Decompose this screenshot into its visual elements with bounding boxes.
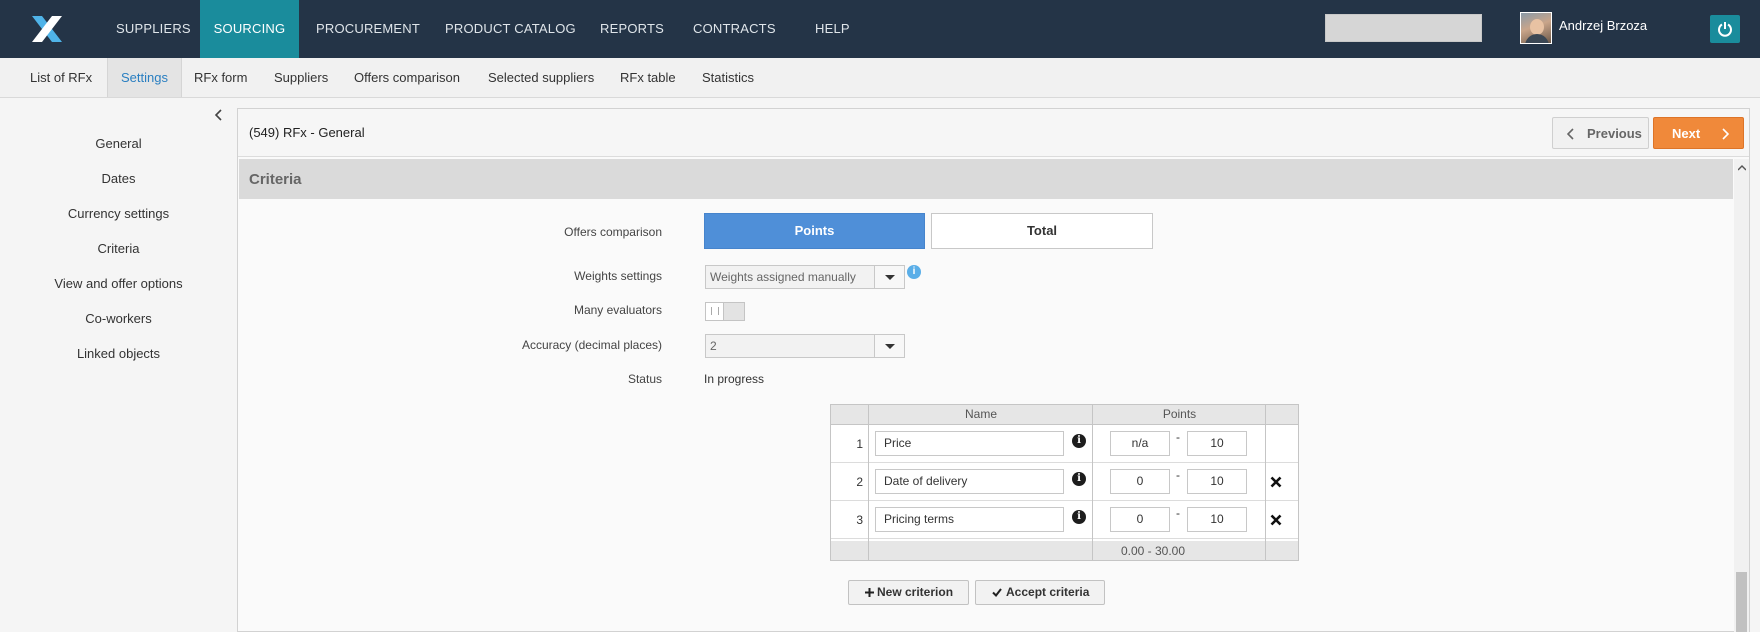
info-icon[interactable]: i [907,265,921,279]
tab-selected-suppliers[interactable]: Selected suppliers [488,58,594,97]
criteria-section-header: Criteria [239,159,1733,199]
chevron-left-icon[interactable] [212,108,226,122]
tab-suppliers[interactable]: Suppliers [274,58,328,97]
range-separator: - [1176,506,1180,520]
page-title: (549) RFx - General [249,125,365,140]
points-max-input[interactable]: 10 [1187,469,1247,494]
table-divider [1092,405,1093,560]
weights-settings-value: Weights assigned manually [710,270,856,284]
user-name[interactable]: Andrzej Brzoza [1559,18,1647,33]
points-max-input[interactable]: 10 [1187,431,1247,456]
table-header-points: Points [1093,405,1266,425]
tab-rfx-form[interactable]: RFx form [194,58,247,97]
accuracy-select[interactable]: 2 [705,334,905,358]
tab-settings[interactable]: Settings [107,58,182,97]
new-criterion-label: New criterion [877,585,954,599]
chevron-right-icon [1722,128,1729,140]
status-label: Status [627,372,662,386]
criterion-name-input[interactable]: Price [875,431,1064,456]
table-divider [868,405,869,560]
plus-icon [865,588,874,597]
previous-button[interactable]: Previous [1552,117,1649,149]
sub-navigation: List of RFx Settings RFx form Suppliers … [0,58,1760,98]
x-logo-icon[interactable] [30,14,64,44]
table-divider [1265,405,1266,560]
chevron-left-icon [1567,128,1574,140]
table-footer: 0.00 - 30.00 [831,541,1298,560]
label-row: Many evaluators [0,303,662,323]
previous-label: Previous [1587,126,1642,141]
label-row: Offers comparison [0,225,662,245]
many-evaluators-label: Many evaluators [573,303,662,317]
global-search-input[interactable] [1325,14,1482,42]
offers-comparison-points-toggle[interactable]: Points [704,213,925,249]
tab-offers-comparison[interactable]: Offers comparison [354,58,460,97]
scroll-up-icon[interactable] [1738,165,1746,171]
weights-settings-select[interactable]: Weights assigned manually [705,265,905,289]
check-icon [992,588,1002,597]
nav-procurement[interactable]: PROCUREMENT [316,0,420,58]
nav-help[interactable]: HELP [815,0,850,58]
points-min-input[interactable]: n/a [1110,431,1170,456]
info-icon[interactable]: i [1072,510,1086,524]
nav-reports[interactable]: REPORTS [600,0,664,58]
points-min-input[interactable]: 0 [1110,469,1170,494]
sidebar-item-currency-settings[interactable]: Currency settings [0,206,237,221]
criterion-name-input[interactable]: Date of delivery [875,469,1064,494]
offers-comparison-label: Offers comparison [564,225,662,239]
label-row: Status [0,372,662,392]
range-separator: - [1176,430,1180,444]
logout-button[interactable] [1710,15,1740,43]
table-header-name: Name [869,405,1093,425]
next-label: Next [1672,126,1701,141]
power-icon [1718,22,1732,37]
info-icon[interactable]: i [1072,472,1086,486]
points-min-input[interactable]: 0 [1110,507,1170,532]
offers-comparison-total-toggle[interactable]: Total [931,213,1153,249]
criteria-table: Name Points 1 Price i n/a - 10 2 Date of… [830,404,1299,561]
tab-rfx-table[interactable]: RFx table [620,58,676,97]
chevron-down-icon [874,335,904,357]
accept-criteria-button[interactable]: Accept criteria [975,580,1105,605]
status-value: In progress [704,372,765,386]
row-number: 1 [856,437,863,451]
row-number: 2 [856,475,863,489]
table-header-num [831,405,869,425]
tab-statistics[interactable]: Statistics [702,58,754,97]
scrollbar-thumb[interactable] [1736,572,1747,632]
info-icon[interactable]: i [1072,434,1086,448]
table-row: 3 Pricing terms i 0 - 10 [831,501,1298,539]
range-separator: - [1176,468,1180,482]
sidebar-item-dates[interactable]: Dates [0,171,237,186]
nav-contracts[interactable]: CONTRACTS [693,0,776,58]
label-row: Accuracy (decimal places) [0,338,662,358]
table-header-actions [1266,405,1298,425]
table-row: 2 Date of delivery i 0 - 10 [831,463,1298,501]
section-title: Criteria [249,171,302,188]
vertical-scrollbar[interactable] [1734,159,1749,632]
nav-product-catalog[interactable]: PRODUCT CATALOG [445,0,576,58]
accuracy-label: Accuracy (decimal places) [521,338,662,352]
sidebar-item-general[interactable]: General [0,136,237,151]
panel-header: (549) RFx - General Previous Next [238,109,1749,157]
criterion-name-input[interactable]: Pricing terms [875,507,1064,532]
table-row: 1 Price i n/a - 10 [831,425,1298,463]
points-max-input[interactable]: 10 [1187,507,1247,532]
nav-suppliers[interactable]: SUPPLIERS [116,0,191,58]
accept-criteria-label: Accept criteria [1006,585,1090,599]
many-evaluators-switch[interactable] [705,302,745,321]
avatar[interactable] [1520,12,1552,44]
label-row: Weights settings [0,269,662,289]
delete-icon[interactable] [1270,476,1282,488]
top-navigation: SUPPLIERS SOURCING PROCUREMENT PRODUCT C… [0,0,1760,58]
new-criterion-button[interactable]: New criterion [848,580,969,605]
nav-sourcing[interactable]: SOURCING [200,0,299,58]
tab-list-of-rfx[interactable]: List of RFx [30,58,92,97]
next-button[interactable]: Next [1653,117,1744,149]
delete-icon[interactable] [1270,514,1282,526]
row-number: 3 [856,513,863,527]
accuracy-value: 2 [710,339,717,353]
weights-settings-label: Weights settings [574,269,662,283]
chevron-down-icon [874,266,904,288]
